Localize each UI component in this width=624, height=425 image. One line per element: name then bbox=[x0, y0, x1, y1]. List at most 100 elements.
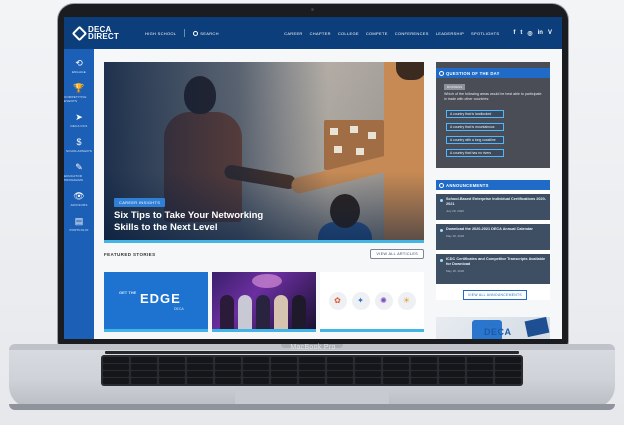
keyboard-key bbox=[103, 378, 130, 384]
instagram-icon[interactable]: ◎ bbox=[527, 30, 532, 37]
sidebar-item-label: SCHOLARSHIPS bbox=[66, 149, 92, 153]
nav-item-spotlights[interactable]: SPOTLIGHTS bbox=[471, 31, 499, 36]
keyboard-key bbox=[354, 357, 382, 363]
keyboard-key bbox=[270, 378, 298, 384]
twitter-icon[interactable]: t bbox=[520, 30, 522, 37]
keyboard-key bbox=[326, 357, 354, 363]
announcements-title: ANNOUNCEMENTS bbox=[446, 182, 489, 188]
keyboard-key bbox=[270, 371, 298, 377]
sidebar-item-advisors[interactable]: 👁 ADVISORS bbox=[64, 191, 94, 207]
sidebar-item-label: DECA DCS bbox=[70, 124, 88, 128]
deca-shop-promo[interactable]: SHOP DECA bbox=[436, 317, 550, 339]
sidebar-item-educator[interactable]: ✎ EDUCATOR PROGRAMS bbox=[64, 162, 94, 182]
view-all-announcements-button[interactable]: VIEW ALL ANNOUNCEMENTS bbox=[463, 290, 527, 300]
keyboard-key bbox=[326, 371, 354, 377]
laptop-base bbox=[9, 344, 615, 408]
keyboard-key bbox=[438, 364, 466, 370]
keyboard-key bbox=[130, 364, 158, 370]
keyboard-key bbox=[298, 371, 326, 377]
hero-category-tag[interactable]: CAREER INSIGHTS bbox=[114, 198, 166, 207]
keyboard-key bbox=[438, 357, 466, 363]
qotd-header: QUESTION OF THE DAY bbox=[436, 68, 550, 78]
keyboard-key bbox=[410, 357, 438, 363]
keyboard-key bbox=[186, 357, 214, 363]
logo-text: DECA DIRECT bbox=[88, 26, 119, 41]
nav-item-college[interactable]: COLLEGE bbox=[338, 31, 359, 36]
keyboard-key bbox=[382, 364, 410, 370]
search-label: SEARCH bbox=[200, 30, 219, 36]
hero-article[interactable]: CAREER INSIGHTS Six Tips to Take Your Ne… bbox=[104, 62, 424, 240]
linkedin-icon[interactable]: in bbox=[538, 30, 543, 37]
question-icon bbox=[439, 70, 444, 76]
get-the-label: GET THE bbox=[119, 290, 137, 295]
keyboard-key bbox=[158, 371, 186, 377]
featured-card-edge[interactable]: GET THE EDGE DECA bbox=[104, 272, 208, 332]
keyboard-key bbox=[242, 371, 270, 377]
photo-person bbox=[274, 295, 288, 329]
keyboard-key bbox=[270, 364, 298, 370]
qotd-option[interactable]: A country with a long coastline bbox=[446, 136, 504, 144]
sidebar-item-competitive-events[interactable]: 🏆 COMPETITIVE EVENTS bbox=[64, 83, 94, 103]
photo-person bbox=[292, 295, 306, 329]
photo-person bbox=[256, 295, 270, 329]
keyboard-key bbox=[298, 357, 326, 363]
keyboard-key bbox=[186, 378, 214, 384]
sidebar-item-label: PORTFOLIO bbox=[69, 228, 89, 232]
qotd-option[interactable]: A country that is mountainous bbox=[446, 123, 504, 131]
featured-card-event-photo[interactable] bbox=[212, 272, 316, 332]
laptop-screen: DECA DIRECT HIGH SCHOOL SEARCH CAREER CH… bbox=[64, 17, 562, 339]
sidebar-item-dcs[interactable]: ➤ DECA DCS bbox=[64, 112, 94, 128]
nav-item-leadership[interactable]: LEADERSHIP bbox=[436, 31, 464, 36]
keyboard-key bbox=[130, 357, 158, 363]
hero-title[interactable]: Six Tips to Take Your Networking Skills … bbox=[114, 210, 284, 234]
announcement-date: May 18, 2020 bbox=[446, 234, 465, 238]
announcement-item[interactable]: ICDC Certificates and Competitor Transcr… bbox=[436, 254, 550, 284]
macbook-label: MacBook Pro bbox=[290, 344, 336, 351]
qotd-option[interactable]: A country that has no rivers bbox=[446, 149, 504, 157]
right-column: QUESTION OF THE DAY BUSINESS Which of th… bbox=[436, 62, 550, 300]
keyboard-key bbox=[214, 357, 242, 363]
keyboard-key bbox=[410, 378, 438, 384]
promo-text: SHOP DECA bbox=[484, 323, 512, 337]
photo-person bbox=[238, 295, 252, 329]
keyboard-key bbox=[326, 378, 354, 384]
laptop-base-edge bbox=[9, 404, 615, 410]
edge-wordmark: EDGE bbox=[140, 291, 181, 306]
nav-item-compete[interactable]: COMPETE bbox=[366, 31, 388, 36]
photo-person bbox=[220, 295, 234, 329]
facebook-icon[interactable]: f bbox=[513, 30, 515, 37]
nav-item-career[interactable]: CAREER bbox=[284, 31, 302, 36]
sidebar-item-scholarships[interactable]: $ SCHOLARSHIPS bbox=[64, 137, 94, 153]
team-icon: ✦ bbox=[351, 291, 370, 310]
deca-direct-logo[interactable]: DECA DIRECT bbox=[71, 25, 119, 41]
sidebar-item-engage[interactable]: ⟲ ENGAGE bbox=[64, 58, 94, 74]
nav-high-school[interactable]: HIGH SCHOOL bbox=[145, 31, 176, 36]
announcement-title: ICDC Certificates and Competitor Transcr… bbox=[446, 257, 546, 266]
keyboard-key bbox=[186, 371, 214, 377]
featured-card-icons[interactable]: ✿ ✦ ✺ ☀ bbox=[320, 272, 424, 332]
keyboard-key bbox=[214, 371, 242, 377]
bullet-icon bbox=[440, 259, 443, 262]
nav-item-conferences[interactable]: CONFERENCES bbox=[395, 31, 429, 36]
sidebar-item-label: ENGAGE bbox=[71, 70, 87, 74]
keyboard-key bbox=[410, 371, 438, 377]
announcement-item[interactable]: School-Based Enterprise Individual Certi… bbox=[436, 194, 550, 220]
nav-item-chapter[interactable]: CHAPTER bbox=[310, 31, 331, 36]
handshake-icon: ✿ bbox=[328, 291, 347, 310]
lightbulb-icon: ☀ bbox=[397, 291, 416, 310]
sidebar-item-portfolio[interactable]: ▤ PORTFOLIO bbox=[64, 216, 94, 232]
deca-logo-icon bbox=[71, 25, 88, 41]
search-link[interactable]: SEARCH bbox=[193, 30, 219, 36]
qotd-option[interactable]: A country that is landlocked bbox=[446, 110, 504, 118]
vimeo-icon[interactable]: V bbox=[548, 30, 552, 37]
bullet-icon bbox=[440, 229, 443, 232]
keyboard-key bbox=[382, 357, 410, 363]
keyboard-key bbox=[494, 378, 521, 384]
view-all-articles-button[interactable]: VIEW ALL ARTICLES bbox=[370, 249, 424, 259]
keyboard-key bbox=[382, 371, 410, 377]
question-of-the-day-panel: QUESTION OF THE DAY BUSINESS Which of th… bbox=[436, 62, 550, 168]
announcement-item[interactable]: Download the 2020-2021 DECA Annual Calen… bbox=[436, 224, 550, 250]
featured-cards: GET THE EDGE DECA ✿ ✦ ✺ ☀ bbox=[104, 272, 424, 332]
announcements-header: ANNOUNCEMENTS bbox=[436, 180, 550, 190]
left-sidebar: ⟲ ENGAGE 🏆 COMPETITIVE EVENTS ➤ DECA DCS… bbox=[64, 49, 94, 339]
